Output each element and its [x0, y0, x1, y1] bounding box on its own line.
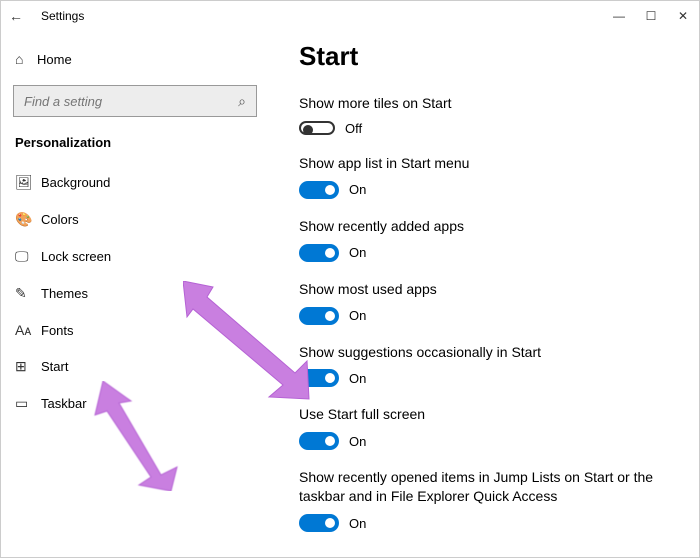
setting-label: Show most used apps	[299, 280, 675, 299]
setting-jump-lists: Show recently opened items in Jump Lists…	[299, 468, 675, 532]
minimize-button[interactable]: —	[603, 1, 635, 31]
main-content: Start Show more tiles on Start Off Show …	[269, 1, 699, 557]
window-title: Settings	[31, 9, 84, 23]
toggle-jump-lists[interactable]	[299, 514, 339, 532]
start-icon: ⊞	[15, 358, 41, 375]
setting-label: Show app list in Start menu	[299, 154, 675, 173]
sidebar-item-label: Lock screen	[41, 249, 111, 264]
sidebar-item-taskbar[interactable]: ▭ Taskbar	[1, 385, 269, 422]
home-icon: ⌂	[15, 51, 37, 67]
sidebar-item-fonts[interactable]: Aᴀ Fonts	[1, 312, 269, 348]
toggle-suggestions[interactable]	[299, 369, 339, 387]
fonts-icon: Aᴀ	[15, 322, 41, 338]
setting-show-app-list: Show app list in Start menu On	[299, 154, 675, 199]
toggle-state: On	[349, 434, 366, 449]
taskbar-icon: ▭	[15, 395, 41, 412]
toggle-state: On	[349, 308, 366, 323]
toggle-state: On	[349, 516, 366, 531]
setting-label: Use Start full screen	[299, 405, 675, 424]
sidebar-item-colors[interactable]: 🎨 Colors	[1, 201, 269, 238]
setting-label: Show suggestions occasionally in Start	[299, 343, 675, 362]
window-controls: — ☐ ✕	[603, 1, 699, 31]
setting-label: Show more tiles on Start	[299, 94, 675, 113]
setting-label: Show recently opened items in Jump Lists…	[299, 468, 675, 506]
home-label: Home	[37, 52, 72, 67]
setting-suggestions: Show suggestions occasionally in Start O…	[299, 343, 675, 388]
choose-folders-link[interactable]: Choose which folders appear on Start	[299, 554, 533, 557]
themes-icon: ✎	[15, 285, 41, 302]
titlebar: ← Settings	[1, 1, 699, 31]
toggle-show-app-list[interactable]	[299, 181, 339, 199]
toggle-state: On	[349, 245, 366, 260]
sidebar-item-themes[interactable]: ✎ Themes	[1, 275, 269, 312]
close-button[interactable]: ✕	[667, 1, 699, 31]
setting-fullscreen: Use Start full screen On	[299, 405, 675, 450]
search-box[interactable]: ⌕	[13, 85, 257, 117]
back-button[interactable]: ←	[1, 8, 31, 24]
lockscreen-icon: 🖵	[15, 248, 41, 265]
setting-most-used: Show most used apps On	[299, 280, 675, 325]
sidebar-item-label: Colors	[41, 212, 79, 227]
sidebar-item-label: Background	[41, 175, 110, 190]
setting-recently-added: Show recently added apps On	[299, 217, 675, 262]
sidebar-item-background[interactable]: 🖼 Background	[1, 164, 269, 201]
search-input[interactable]	[24, 94, 238, 109]
home-nav[interactable]: ⌂ Home	[1, 43, 269, 75]
sidebar-item-label: Start	[41, 359, 68, 374]
page-heading: Start	[299, 41, 675, 72]
sidebar-item-lockscreen[interactable]: 🖵 Lock screen	[1, 238, 269, 275]
sidebar-item-label: Fonts	[41, 323, 74, 338]
toggle-state: On	[349, 371, 366, 386]
setting-label: Show recently added apps	[299, 217, 675, 236]
image-icon: 🖼	[15, 174, 41, 191]
setting-show-more-tiles: Show more tiles on Start Off	[299, 94, 675, 136]
category-header: Personalization	[1, 135, 269, 164]
sidebar-item-label: Taskbar	[41, 396, 87, 411]
toggle-fullscreen[interactable]	[299, 432, 339, 450]
toggle-state: On	[349, 182, 366, 197]
toggle-most-used[interactable]	[299, 307, 339, 325]
toggle-recently-added[interactable]	[299, 244, 339, 262]
palette-icon: 🎨	[15, 211, 41, 228]
maximize-button[interactable]: ☐	[635, 1, 667, 31]
toggle-show-more-tiles[interactable]	[299, 121, 335, 135]
sidebar-item-start[interactable]: ⊞ Start	[1, 348, 269, 385]
toggle-state: Off	[345, 121, 362, 136]
search-icon: ⌕	[238, 93, 246, 110]
sidebar-item-label: Themes	[41, 286, 88, 301]
sidebar: ⌂ Home ⌕ Personalization 🖼 Background 🎨 …	[1, 1, 269, 557]
